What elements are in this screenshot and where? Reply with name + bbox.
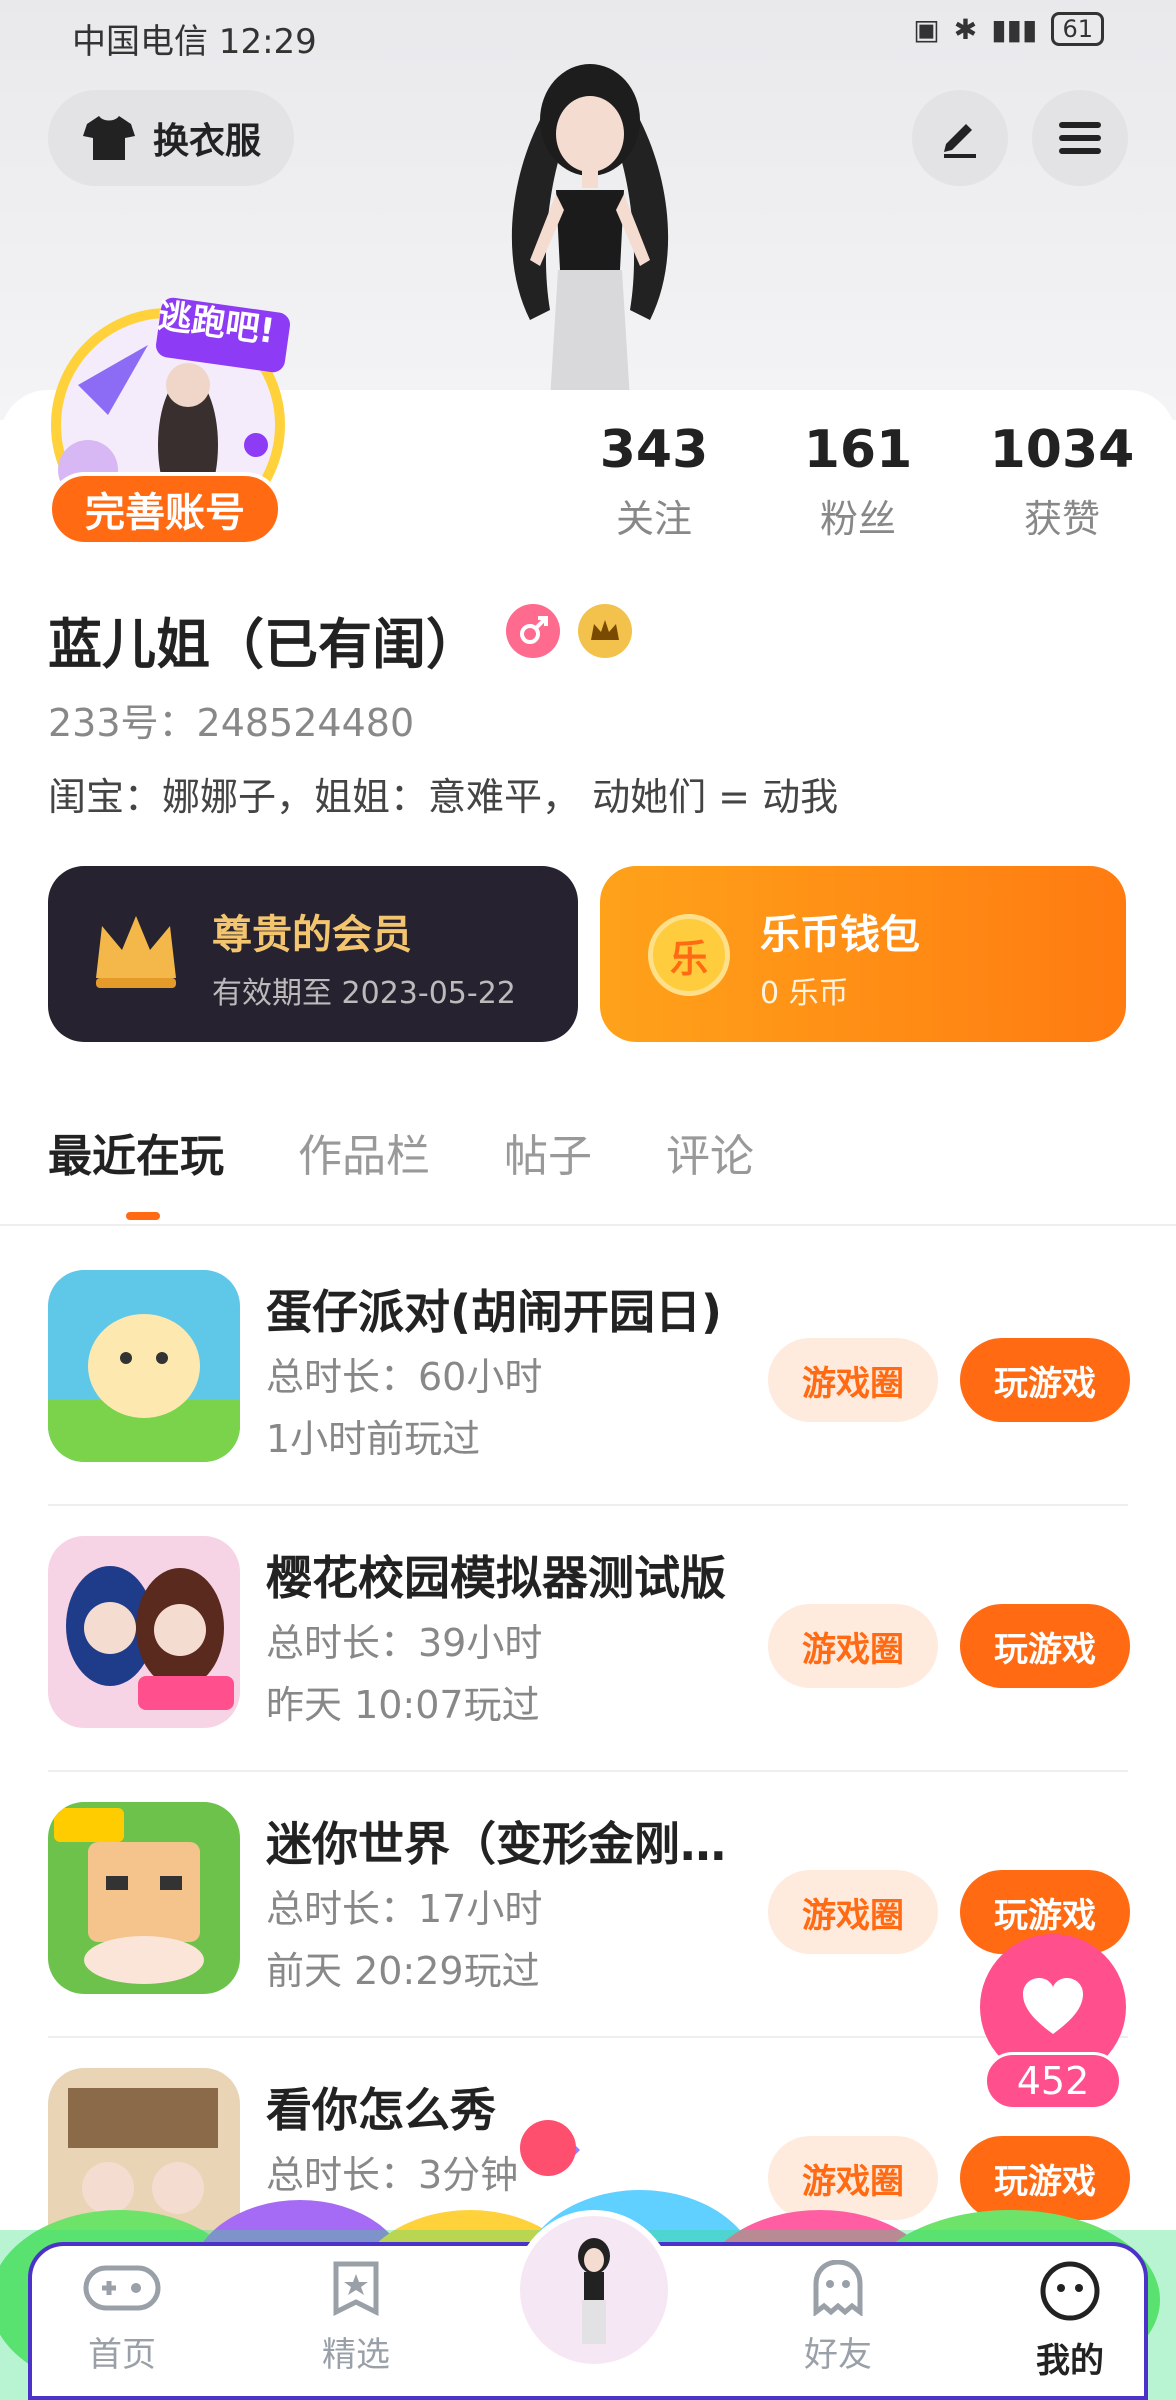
game-circle-button[interactable]: 游戏圈 <box>768 1604 938 1688</box>
profile-tabs: 最近在玩 作品栏 帖子 评论 <box>48 1120 754 1184</box>
stat-likes[interactable]: 1034 获赞 <box>962 420 1162 543</box>
nav-label: 精选 <box>322 2335 390 2375</box>
game-title: 樱花校园模拟器测试版 <box>266 1551 726 1605</box>
game-row[interactable]: 蛋仔派对(胡闹开园日) 总时长：60小时 1小时前玩过 游戏圈 玩游戏 <box>48 1240 1130 1506</box>
game-last-played: 1小时前玩过 <box>266 1417 481 1461</box>
game-icon-eggy <box>48 1270 240 1462</box>
divider <box>0 1224 1176 1226</box>
game-last-played: 昨天 10:07玩过 <box>266 1683 540 1727</box>
game-title: 迷你世界（变形金刚… <box>266 1817 726 1871</box>
member-card[interactable]: 尊贵的会员 有效期至 2023-05-22 <box>48 866 578 1042</box>
gender-female-icon <box>506 604 560 658</box>
stat-likes-value: 1034 <box>989 420 1135 480</box>
star-bookmark-icon <box>333 2261 379 2317</box>
game-row[interactable]: 迷你世界（变形金刚… 总时长：17小时 前天 20:29玩过 游戏圈 玩游戏 <box>48 1772 1130 2038</box>
nav-label: 好友 <box>804 2335 872 2375</box>
game-duration: 总时长：17小时 <box>266 1887 543 1931</box>
nav-item-friends[interactable]: 好友 <box>768 2259 908 2376</box>
status-carrier-time: 中国电信 12:29 <box>72 22 317 62</box>
status-icons: ▣ ✱ ▮▮▮ 61 <box>913 12 1104 46</box>
ghost-icon <box>813 2259 863 2317</box>
nav-item-featured[interactable]: 精选 <box>286 2260 426 2376</box>
menu-icon <box>1059 122 1101 154</box>
wallet-card[interactable]: 乐 乐币钱包 0 乐币 <box>600 866 1126 1042</box>
crown-vip-icon <box>578 604 632 658</box>
game-duration: 总时长：60小时 <box>266 1355 543 1399</box>
wardrobe-button[interactable]: 换衣服 <box>48 90 294 186</box>
edit-button[interactable] <box>912 90 1008 186</box>
stat-following[interactable]: 343 关注 <box>554 420 754 543</box>
battery-level: 61 <box>1051 12 1104 46</box>
stat-fans-label: 粉丝 <box>819 497 896 541</box>
nfc-icon: ▣ <box>913 12 940 46</box>
play-game-button[interactable]: 玩游戏 <box>960 1604 1130 1688</box>
tab-works[interactable]: 作品栏 <box>298 1120 430 1184</box>
tab-posts[interactable]: 帖子 <box>504 1120 592 1184</box>
tab-comments[interactable]: 评论 <box>666 1120 754 1184</box>
game-duration: 总时长：39小时 <box>266 1621 543 1665</box>
tab-recent[interactable]: 最近在玩 <box>48 1120 224 1184</box>
signal-icon: ▮▮▮ <box>991 12 1038 46</box>
stat-fans[interactable]: 161 粉丝 <box>758 420 958 543</box>
stat-following-value: 343 <box>599 420 709 480</box>
wallet-card-balance: 0 乐币 <box>760 976 849 1011</box>
user-name: 蓝儿姐（已有闺） <box>48 613 480 676</box>
game-last-played: 前天 20:29玩过 <box>266 1949 540 1993</box>
user-id: 233号：248524480 <box>48 701 415 745</box>
game-row[interactable]: 樱花校园模拟器测试版 总时长：39小时 昨天 10:07玩过 游戏圈 玩游戏 <box>48 1506 1130 1772</box>
stat-following-label: 关注 <box>615 497 692 541</box>
game-icon-mini-world <box>48 1802 240 1994</box>
nav-avatar-center[interactable] <box>514 2210 674 2370</box>
like-count: 452 <box>984 2052 1122 2110</box>
coin-icon: 乐 <box>648 914 730 996</box>
crown-icon <box>96 916 176 988</box>
stat-fans-value: 161 <box>803 420 913 480</box>
smiley-icon <box>1040 2261 1100 2321</box>
game-title: 蛋仔派对(胡闹开园日) <box>266 1285 723 1339</box>
tshirt-icon <box>82 116 135 160</box>
member-card-title: 尊贵的会员 <box>212 912 412 958</box>
pencil-icon <box>944 124 976 158</box>
menu-button[interactable] <box>1032 90 1128 186</box>
game-circle-button[interactable]: 游戏圈 <box>768 1338 938 1422</box>
member-card-expiry: 有效期至 2023-05-22 <box>212 976 516 1011</box>
wardrobe-label: 换衣服 <box>152 121 261 162</box>
stat-likes-label: 获赞 <box>1023 497 1100 541</box>
wallet-card-title: 乐币钱包 <box>760 912 920 958</box>
nav-item-home[interactable]: 首页 <box>52 2260 192 2376</box>
heart-icon <box>1023 1978 1083 2034</box>
avatar-model[interactable] <box>470 60 710 400</box>
game-icon-sakura <box>48 1536 240 1728</box>
complete-account-button[interactable]: 完善账号 <box>48 472 282 546</box>
play-game-button[interactable]: 玩游戏 <box>960 1338 1130 1422</box>
gamepad-icon <box>83 2265 161 2311</box>
tab-active-indicator <box>126 1212 160 1220</box>
user-bio: 闺宝：娜娜子，姐姐：意难平， 动她们 = 动我 <box>48 775 839 819</box>
nav-label: 我的 <box>1036 2341 1104 2381</box>
bluetooth-icon: ✱ <box>953 12 978 46</box>
nav-item-me[interactable]: 我的 <box>1000 2260 1140 2382</box>
game-circle-button[interactable]: 游戏圈 <box>768 1870 938 1954</box>
nav-label: 首页 <box>88 2335 156 2375</box>
